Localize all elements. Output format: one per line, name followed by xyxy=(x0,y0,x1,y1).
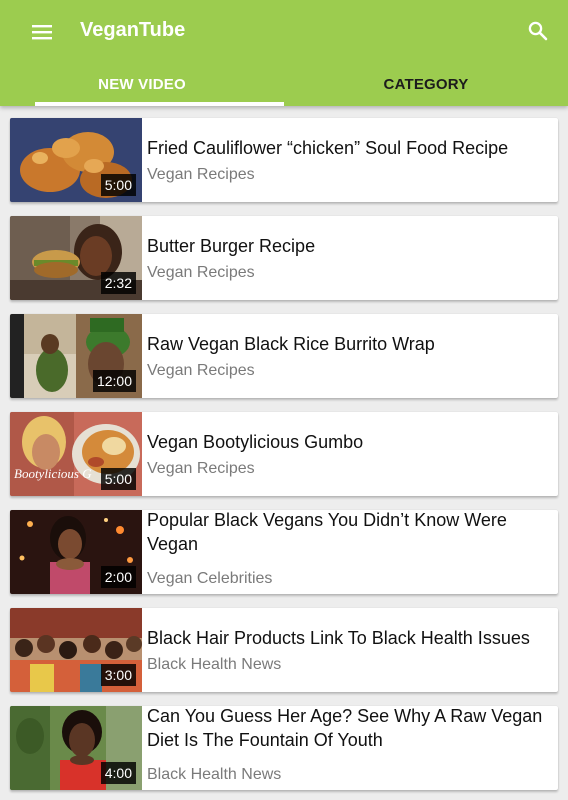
video-card[interactable]: 12:00 Raw Vegan Black Rice Burrito Wrap … xyxy=(10,314,558,398)
video-card[interactable]: 5:00 Fried Cauliflower “chicken” Soul Fo… xyxy=(10,118,558,202)
tab-category[interactable]: CATEGORY xyxy=(284,62,568,106)
search-icon xyxy=(528,21,548,41)
video-thumbnail: Bootylicious G 5:00 xyxy=(10,412,142,496)
video-duration: 5:00 xyxy=(100,174,136,196)
video-category: Vegan Celebrities xyxy=(147,570,273,587)
video-title: Butter Burger Recipe xyxy=(147,236,316,256)
video-duration: 2:00 xyxy=(100,566,136,588)
thumbnail-overlay-text: Bootylicious G xyxy=(14,466,92,481)
tab-new-video[interactable]: NEW VIDEO xyxy=(0,62,284,106)
video-duration: 5:00 xyxy=(100,468,136,490)
video-category: Black Health News xyxy=(147,656,282,673)
video-card[interactable]: Bootylicious G 5:00 Vegan Bootylicious G… xyxy=(10,412,558,496)
video-category: Black Health News xyxy=(147,766,282,783)
app-bar: VeganTube NEW VIDEO CATEGORY xyxy=(0,0,568,106)
video-thumbnail: 2:32 xyxy=(10,216,142,300)
menu-icon xyxy=(32,25,52,40)
video-duration: 12:00 xyxy=(92,370,136,392)
video-thumbnail: 12:00 xyxy=(10,314,142,398)
video-title: Black Hair Products Link To Black Health… xyxy=(147,628,530,648)
video-category: Vegan Recipes xyxy=(147,264,255,281)
video-card[interactable]: 3:00 Black Hair Products Link To Black H… xyxy=(10,608,558,692)
app-title: VeganTube xyxy=(80,19,186,41)
video-thumbnail: 2:00 xyxy=(10,510,142,594)
video-category: Vegan Recipes xyxy=(147,460,255,477)
video-title: Vegan Bootylicious Gumbo xyxy=(147,432,364,452)
video-thumbnail: 3:00 xyxy=(10,608,142,692)
tab-indicator xyxy=(35,102,284,106)
video-card[interactable]: 4:00 Can You Guess Her Age? See Why A Ra… xyxy=(10,706,558,790)
video-title: Popular Black Vegans You Didn’t Know Wer… xyxy=(147,510,507,554)
video-title: Fried Cauliflower “chicken” Soul Food Re… xyxy=(147,138,509,158)
video-duration: 2:32 xyxy=(100,272,136,294)
video-thumbnail: 5:00 xyxy=(10,118,142,202)
search-button[interactable] xyxy=(522,16,554,46)
video-duration: 3:00 xyxy=(100,664,136,686)
video-card[interactable]: 2:32 Butter Burger Recipe Vegan Recipes xyxy=(10,216,558,300)
video-thumbnail: 4:00 xyxy=(10,706,142,790)
video-card[interactable]: 2:00 Popular Black Vegans You Didn’t Kno… xyxy=(10,510,558,594)
video-category: Vegan Recipes xyxy=(147,362,255,379)
menu-button[interactable] xyxy=(26,18,58,46)
video-category: Vegan Recipes xyxy=(147,166,255,183)
video-title: Can You Guess Her Age? See Why A Raw Veg… xyxy=(147,706,543,750)
video-title: Raw Vegan Black Rice Burrito Wrap xyxy=(147,334,435,354)
video-duration: 4:00 xyxy=(100,762,136,784)
